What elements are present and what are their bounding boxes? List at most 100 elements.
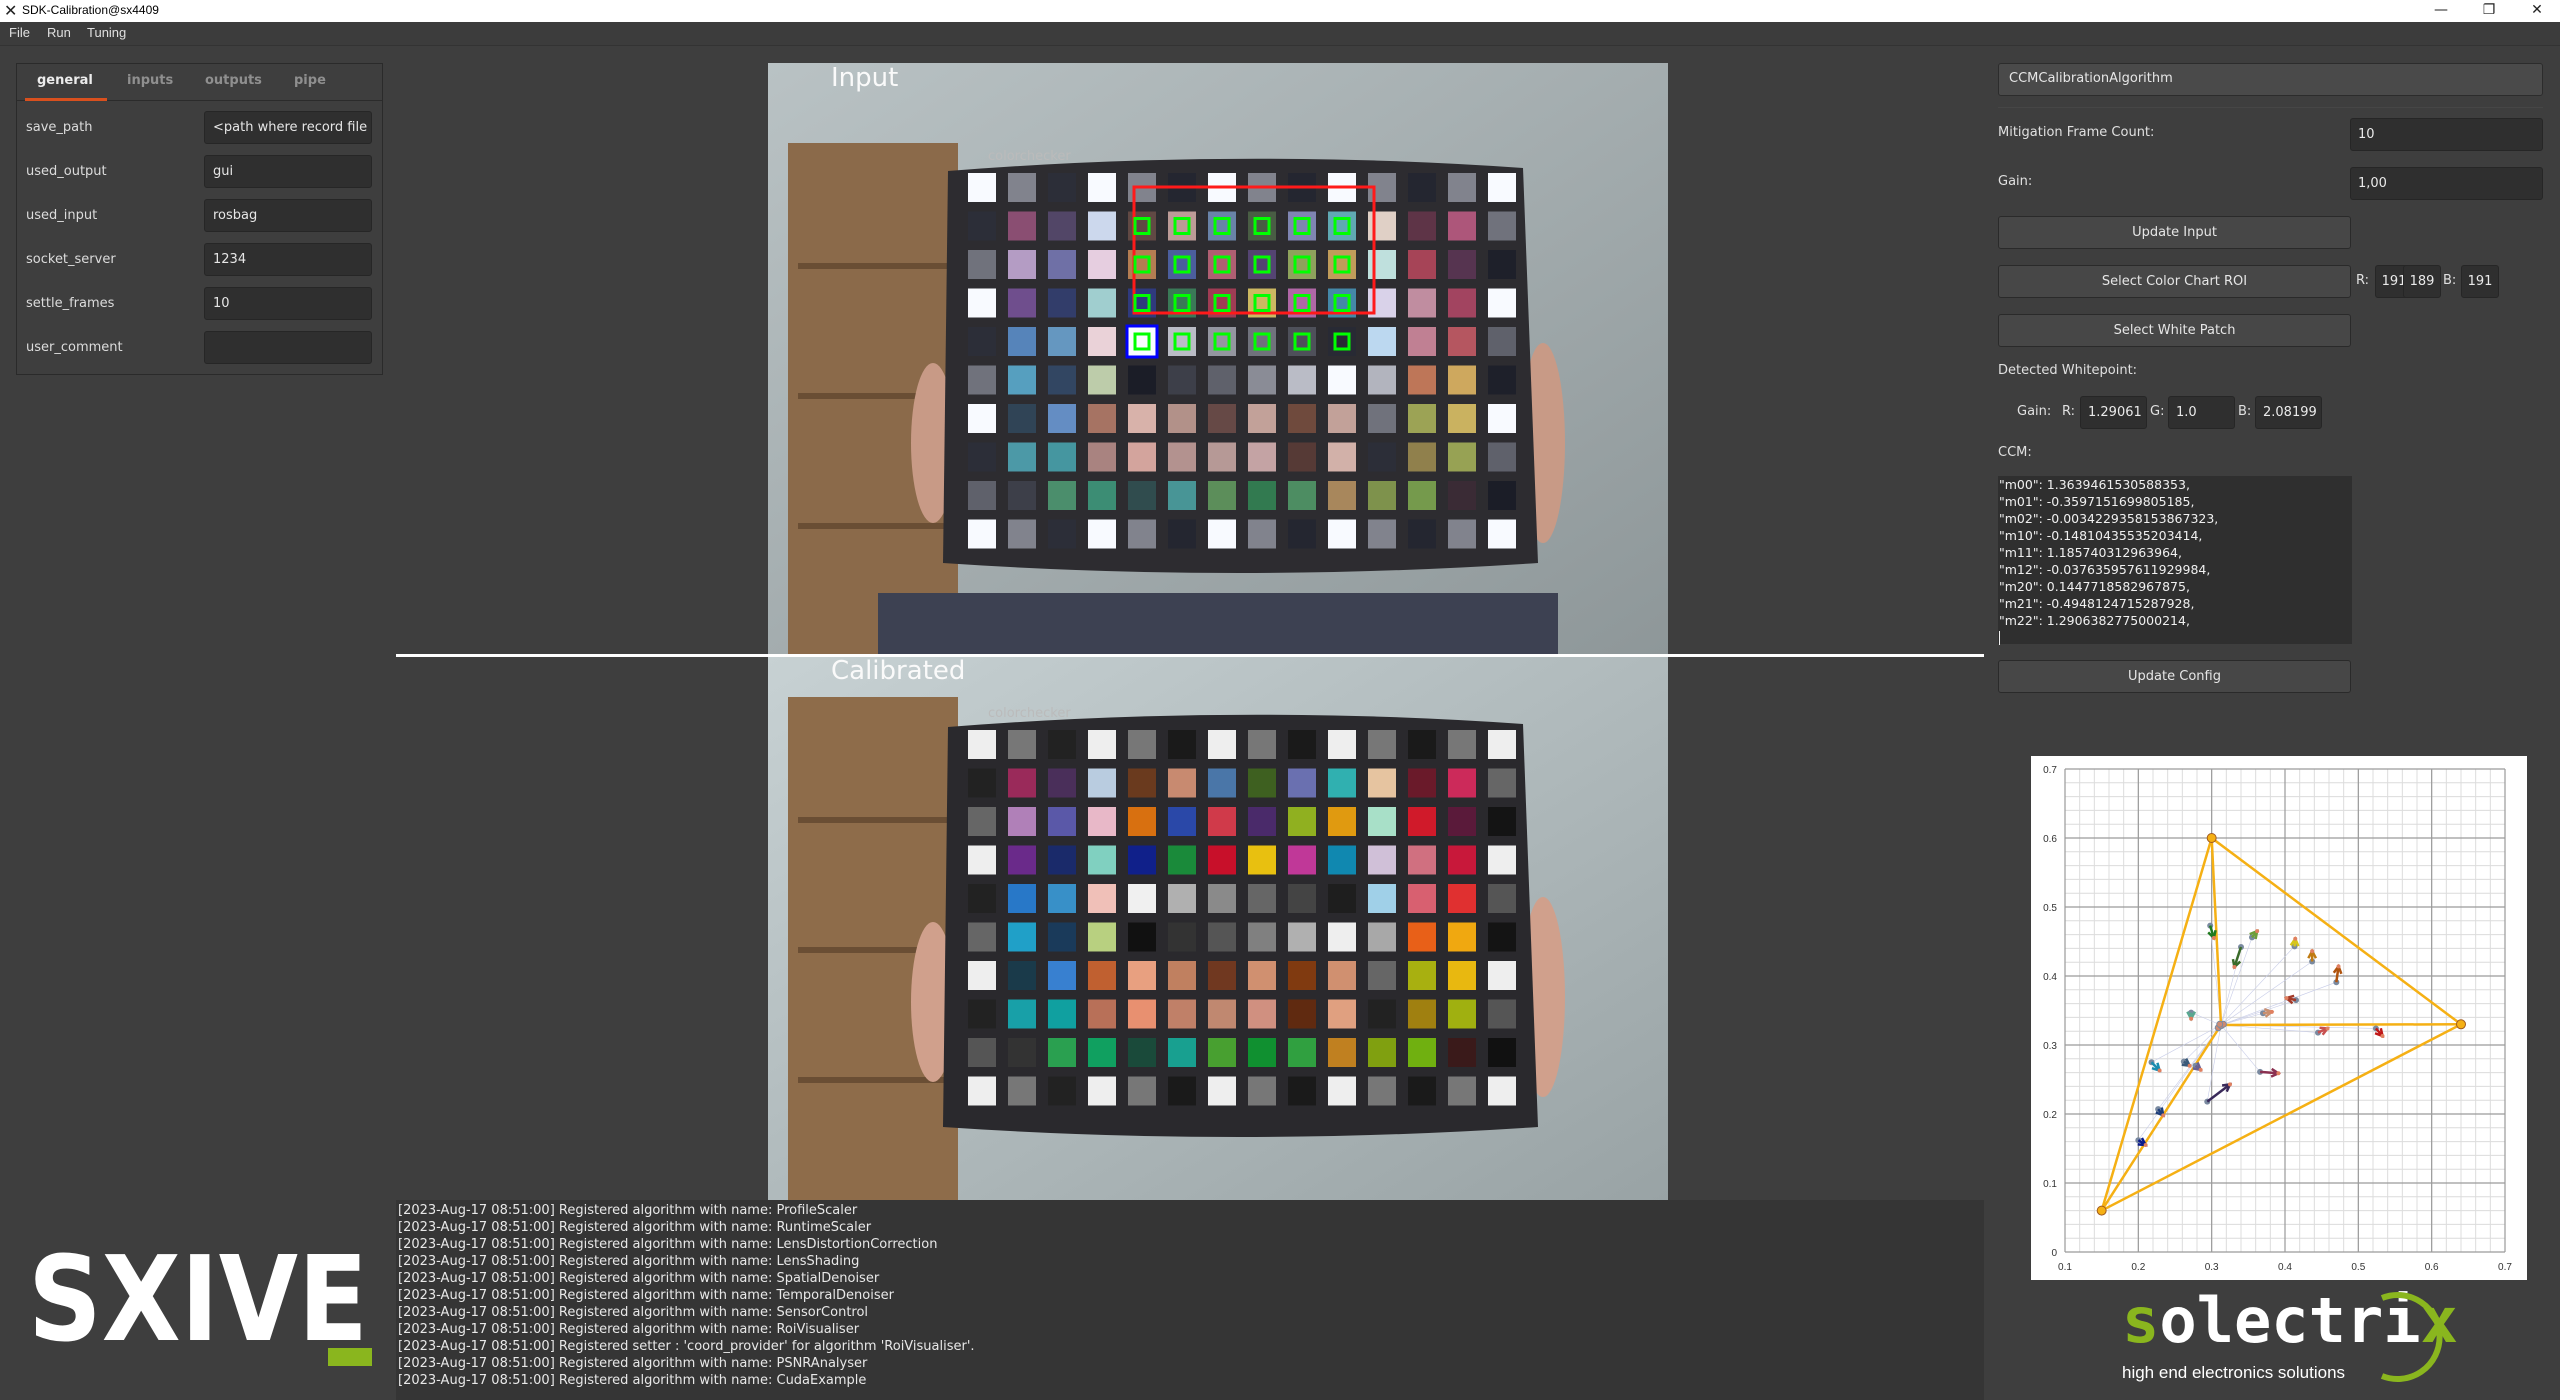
color-patch	[1088, 884, 1116, 913]
ccm-label: CCM:	[1998, 445, 2032, 460]
color-patch	[968, 327, 996, 356]
color-patch	[1088, 250, 1116, 279]
color-patch	[1488, 961, 1516, 990]
color-patch	[1288, 1038, 1316, 1067]
color-patch	[1488, 807, 1516, 836]
target-point	[2336, 964, 2341, 969]
color-patch	[1128, 519, 1156, 549]
color-patch	[968, 173, 996, 202]
mitigation-frame-count-input[interactable]: 10	[2350, 118, 2543, 151]
tab-inputs[interactable]: inputs	[127, 73, 173, 88]
color-patch	[1328, 250, 1356, 279]
connector-line	[2220, 937, 2253, 1026]
save-path-input[interactable]: <path where record file	[204, 111, 372, 144]
menu-file[interactable]: File	[9, 25, 30, 40]
color-patch	[1208, 519, 1236, 549]
tab-pipe[interactable]: pipe	[294, 73, 326, 88]
update-input-button[interactable]: Update Input	[1998, 216, 2351, 249]
color-patch	[968, 807, 996, 836]
target-point	[2310, 949, 2315, 954]
ccm-line: "m12": -0.037635957611929984,	[1999, 562, 2211, 577]
x-tick-label: 0.2	[2131, 1262, 2145, 1273]
color-patch	[1488, 288, 1516, 318]
input-image-view[interactable]: colorchecker Input	[768, 63, 1668, 654]
used-input-input[interactable]: rosbag	[204, 199, 372, 232]
color-patch	[1368, 365, 1396, 395]
color-patch	[1088, 481, 1116, 510]
close-button[interactable]: ✕	[2514, 0, 2560, 22]
select-white-patch-button[interactable]: Select White Patch	[1998, 314, 2351, 347]
algorithm-selector[interactable]: CCMCalibrationAlgorithm	[1998, 63, 2543, 96]
tab-general[interactable]: general	[37, 73, 93, 88]
color-patch	[1168, 481, 1196, 510]
color-patch	[1328, 442, 1356, 472]
y-tick-label: 0.2	[2043, 1110, 2057, 1121]
roi-g-value[interactable]: 189	[2403, 265, 2441, 298]
roi-b-label: B:	[2443, 273, 2457, 288]
color-patch	[1008, 922, 1036, 952]
menu-tuning[interactable]: Tuning	[87, 25, 126, 40]
solectrix-logo: solectrix high end electronics solutions	[2120, 1284, 2470, 1394]
menu-run[interactable]: Run	[47, 25, 71, 40]
ccm-line: "m02": -0.0034229358153867323,	[1999, 511, 2219, 526]
wp-b-value[interactable]: 2.08199	[2255, 396, 2322, 429]
color-patch	[1008, 404, 1036, 433]
wp-r-value[interactable]: 1.29061	[2080, 396, 2147, 429]
color-patch	[1208, 250, 1236, 279]
tab-outputs[interactable]: outputs	[205, 73, 262, 88]
color-patch	[1408, 730, 1436, 759]
settle-frames-input[interactable]: 10	[204, 287, 372, 320]
color-patch	[1448, 327, 1476, 356]
calibrated-image-view[interactable]: colorchecker Calibrated	[768, 657, 1668, 1200]
socket-server-input[interactable]: 1234	[204, 243, 372, 276]
color-patch	[1048, 961, 1076, 990]
y-tick-label: 0.3	[2043, 1041, 2057, 1052]
restore-button[interactable]: ❐	[2466, 0, 2512, 22]
active-tab-indicator	[25, 98, 107, 101]
calibrated-scene: colorchecker	[768, 657, 1668, 1200]
color-patch	[1328, 961, 1356, 990]
color-patch	[1208, 961, 1236, 990]
color-patch	[1448, 845, 1476, 875]
window-title: SDK-Calibration@sx4409	[22, 3, 159, 17]
ccm-textarea[interactable]: "m00": 1.3639461530588353, "m01": -0.359…	[1998, 476, 2352, 645]
color-patch	[968, 365, 996, 395]
color-patch	[1208, 481, 1236, 510]
y-tick-label: 0.7	[2043, 765, 2057, 776]
ccm-line: "m00": 1.3639461530588353,	[1999, 477, 2190, 492]
chart-brand-text: colorchecker	[988, 149, 1071, 164]
gain-input[interactable]: 1,00	[2350, 167, 2543, 200]
color-patch	[1048, 730, 1076, 759]
color-patch	[1128, 845, 1156, 875]
y-tick-label: 0.4	[2043, 972, 2057, 983]
ccm-line: "m20": 0.1447718582967875,	[1999, 579, 2190, 594]
update-config-button[interactable]: Update Config	[1998, 660, 2351, 693]
used-output-input[interactable]: gui	[204, 155, 372, 188]
color-patch	[1408, 404, 1436, 433]
target-point	[2211, 936, 2216, 941]
logo-letters-mid: olectri	[2159, 1284, 2420, 1357]
color-patch	[1448, 173, 1476, 202]
color-patch	[1488, 845, 1516, 875]
color-patch	[1168, 211, 1196, 241]
color-patch	[1008, 730, 1036, 759]
color-patch	[1288, 404, 1316, 433]
log-output[interactable]: [2023-Aug-17 08:51:00] Registered algori…	[396, 1200, 1984, 1400]
color-patch	[1408, 519, 1436, 549]
color-patch	[1168, 1076, 1196, 1106]
color-patch	[1168, 1038, 1196, 1067]
whitepoint-cluster	[2216, 1020, 2224, 1028]
color-patch	[1168, 404, 1196, 433]
color-patch	[1248, 999, 1276, 1029]
target-point	[2198, 1067, 2203, 1072]
roi-b-value[interactable]: 191	[2461, 265, 2499, 298]
color-patch	[1488, 250, 1516, 279]
select-color-chart-roi-button[interactable]: Select Color Chart ROI	[1998, 265, 2351, 298]
y-tick-label: 0.6	[2043, 834, 2057, 845]
wp-g-value[interactable]: 1.0	[2168, 396, 2235, 429]
user-comment-input[interactable]	[204, 331, 372, 364]
minimize-button[interactable]: —	[2418, 0, 2464, 22]
color-patch	[1368, 922, 1396, 952]
color-patch	[1168, 327, 1196, 356]
target-point	[2143, 1143, 2148, 1148]
